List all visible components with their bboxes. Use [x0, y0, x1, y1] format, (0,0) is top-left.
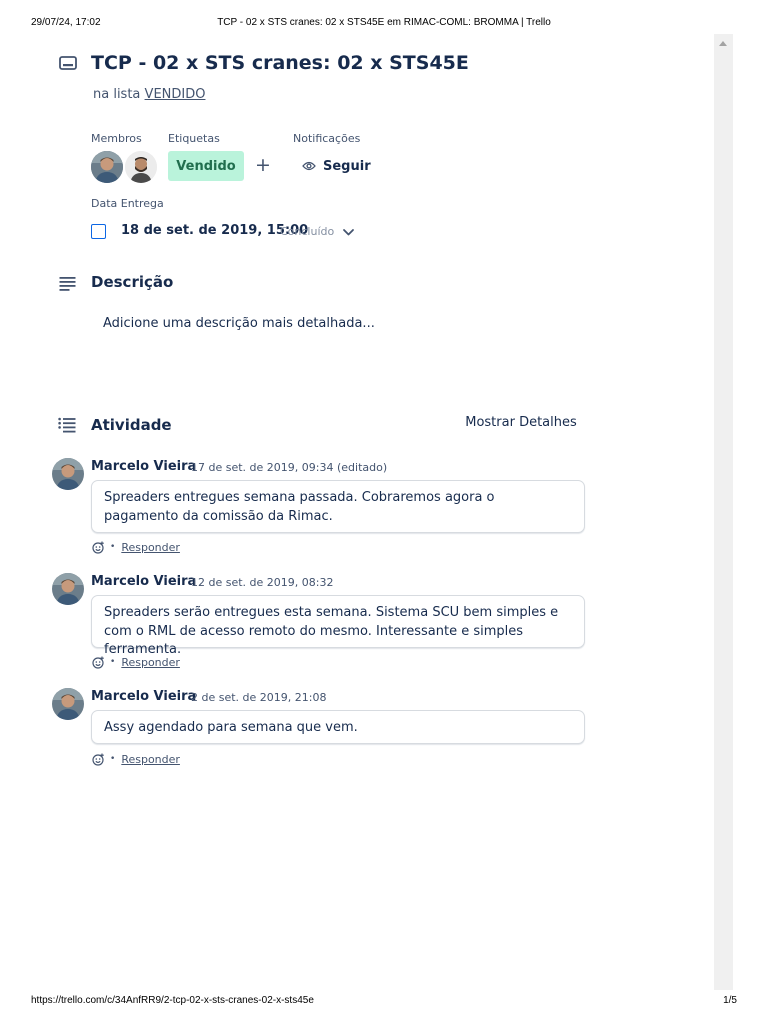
print-page-title: TCP - 02 x STS cranes: 02 x STS45E em RI… — [217, 17, 551, 28]
comment-author[interactable]: Marcelo Vieira — [91, 459, 196, 474]
watch-button[interactable]: Seguir — [296, 151, 377, 181]
description-title: Descrição — [91, 273, 174, 291]
members-label: Membros — [91, 132, 142, 145]
member-avatar-1[interactable] — [91, 151, 123, 183]
list-info: na lista VENDIDO — [93, 87, 205, 102]
show-details-button[interactable]: Mostrar Detalhes — [460, 415, 582, 435]
add-label-button[interactable]: + — [252, 154, 274, 178]
description-icon — [59, 277, 76, 291]
comment-author[interactable]: Marcelo Vieira — [91, 689, 196, 704]
print-url: https://trello.com/c/34AnfRR9/2-tcp-02-x… — [31, 995, 314, 1006]
reply-link[interactable]: Responder — [121, 656, 180, 669]
comment-avatar[interactable] — [52, 688, 84, 720]
comment-timestamp[interactable]: 17 de set. de 2019, 09:34 (editado) — [191, 461, 387, 474]
comment-text: Spreaders serão entregues esta semana. S… — [91, 595, 585, 657]
comment-actions: • Responder — [92, 540, 180, 554]
emoji-reaction-icon[interactable] — [92, 541, 105, 554]
print-footer: https://trello.com/c/34AnfRR9/2-tcp-02-x… — [31, 995, 737, 1009]
emoji-reaction-icon[interactable] — [92, 753, 105, 766]
list-link[interactable]: VENDIDO — [145, 87, 206, 102]
due-date-label: Data Entrega — [91, 197, 164, 210]
due-complete-checkbox[interactable] — [91, 224, 106, 239]
watch-label: Seguir — [323, 158, 371, 174]
comment-avatar[interactable] — [52, 573, 84, 605]
due-status-badge: Concluído — [280, 225, 335, 238]
description-placeholder[interactable]: Adicione uma descrição mais detalhada... — [103, 316, 375, 331]
list-prefix: na lista — [93, 87, 141, 102]
comment-avatar[interactable] — [52, 458, 84, 490]
comment-timestamp[interactable]: 12 de set. de 2019, 08:32 — [191, 576, 333, 589]
comment-item: Marcelo Vieira 12 de set. de 2019, 08:32… — [52, 573, 586, 673]
print-header: 29/07/24, 17:02 TCP - 02 x STS cranes: 0… — [31, 17, 737, 31]
card-title[interactable]: TCP - 02 x STS cranes: 02 x STS45E — [91, 52, 469, 74]
comment-item: Marcelo Vieira 2 de set. de 2019, 21:08 … — [52, 688, 586, 770]
emoji-reaction-icon[interactable] — [92, 656, 105, 669]
label-chip-vendido[interactable]: Vendido — [168, 151, 244, 181]
comment-text: Spreaders entregues semana passada. Cobr… — [91, 480, 585, 533]
reply-link[interactable]: Responder — [121, 753, 180, 766]
comment-timestamp[interactable]: 2 de set. de 2019, 21:08 — [191, 691, 326, 704]
comment-item: Marcelo Vieira 17 de set. de 2019, 09:34… — [52, 458, 586, 558]
print-page-count: 1/5 — [723, 995, 737, 1006]
activity-title: Atividade — [91, 416, 172, 434]
reply-link[interactable]: Responder — [121, 541, 180, 554]
notifications-label: Notificações — [293, 132, 361, 145]
comment-actions: • Responder — [92, 655, 180, 669]
comment-author[interactable]: Marcelo Vieira — [91, 574, 196, 589]
separator-dot: • — [110, 542, 116, 552]
separator-dot: • — [110, 754, 116, 764]
chevron-down-icon[interactable] — [342, 226, 355, 238]
separator-dot: • — [110, 657, 116, 667]
member-avatar-2[interactable] — [125, 151, 157, 183]
eye-icon — [302, 161, 316, 171]
scrollbar[interactable] — [714, 34, 733, 990]
card-icon — [59, 56, 77, 70]
activity-icon — [58, 417, 76, 433]
scroll-up-arrow-icon[interactable] — [719, 41, 727, 46]
comment-text: Assy agendado para semana que vem. — [91, 710, 585, 744]
labels-label: Etiquetas — [168, 132, 220, 145]
comment-actions: • Responder — [92, 752, 180, 766]
